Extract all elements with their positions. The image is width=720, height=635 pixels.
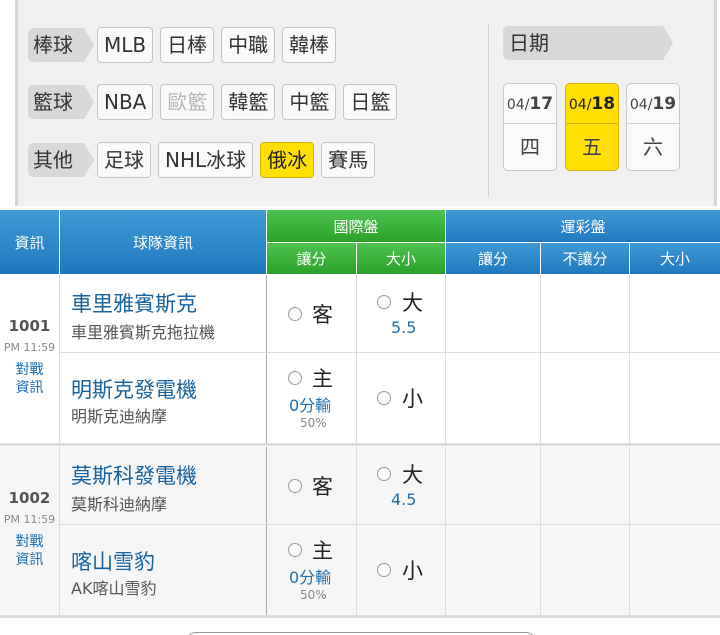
home-side-label: 主 xyxy=(312,539,333,563)
chip-korea-basketball[interactable]: 韓籃 xyxy=(221,84,276,120)
under-label: 小 xyxy=(402,559,423,583)
game-block: 1002 PM 11:59 對戰 資訊 莫斯科發電機 莫斯科迪納摩 喀山雪豹 AK… xyxy=(0,447,720,618)
under-radio[interactable] xyxy=(377,563,391,577)
under-radio[interactable] xyxy=(377,391,391,405)
away-handicap-radio[interactable] xyxy=(288,307,302,321)
panel-divider xyxy=(488,24,489,196)
chip-japan-basketball[interactable]: 日籃 xyxy=(343,84,398,120)
date-card-0417[interactable]: 04/17 四 xyxy=(503,83,557,171)
home-handicap-radio[interactable] xyxy=(288,543,302,557)
header-intl-line: 國際盤 xyxy=(267,210,445,242)
date-month: 04/ xyxy=(629,97,653,113)
filter-row-other: 其他 足球 NHL冰球 俄冰 賽馬 xyxy=(28,141,376,179)
chip-china-basketball[interactable]: 中籃 xyxy=(282,84,337,120)
home-team-name[interactable]: 明斯克發電機 xyxy=(71,374,197,404)
home-team-subname: 明斯克迪納摩 xyxy=(71,407,168,426)
category-label-basketball: 籃球 xyxy=(28,85,94,119)
game-time: PM 11:59 xyxy=(3,513,56,526)
filter-row-basketball: 籃球 NBA 歐籃 韓籃 中籃 日籃 xyxy=(28,83,398,121)
page-root: 棒球 MLB 日棒 中職 韓棒 籃球 NBA 歐籃 韓籃 中籃 日籃 其他 足球… xyxy=(0,0,720,635)
total-line: 5.5 xyxy=(391,318,417,337)
under-label: 小 xyxy=(402,387,423,411)
date-weekday: 四 xyxy=(520,135,540,159)
over-radio[interactable] xyxy=(377,467,391,481)
chip-npb[interactable]: 日棒 xyxy=(160,27,215,63)
chip-euro-basketball: 歐籃 xyxy=(160,84,215,120)
home-team-name[interactable]: 喀山雪豹 xyxy=(71,546,155,576)
filter-row-baseball: 棒球 MLB 日棒 中職 韓棒 xyxy=(28,26,337,64)
away-team-subname: 車里雅賓斯克拖拉機 xyxy=(71,323,216,342)
total-line: 4.5 xyxy=(391,490,417,509)
away-team-name[interactable]: 車里雅賓斯克 xyxy=(71,288,197,318)
date-day: 17 xyxy=(529,94,554,114)
date-month: 04/ xyxy=(568,97,592,113)
category-label-baseball: 棒球 xyxy=(28,28,94,62)
filter-panel: 棒球 MLB 日棒 中職 韓棒 籃球 NBA 歐籃 韓籃 中籃 日籃 其他 足球… xyxy=(15,0,717,206)
over-radio[interactable] xyxy=(377,295,391,309)
header-sport-lottery: 運彩盤 xyxy=(446,210,720,242)
category-label-other: 其他 xyxy=(28,143,94,177)
date-month: 04/ xyxy=(506,97,530,113)
away-handicap-radio[interactable] xyxy=(288,479,302,493)
over-label: 大 xyxy=(402,291,423,315)
handicap-line: 0分輸 xyxy=(289,568,332,587)
date-label: 日期 xyxy=(503,26,673,60)
date-weekday: 五 xyxy=(582,135,602,159)
game-time: PM 11:59 xyxy=(3,341,56,354)
date-weekday: 六 xyxy=(643,135,663,159)
game-block: 1001 PM 11:59 對戰 資訊 車里雅賓斯克 車里雅賓斯克拖拉機 明斯克發… xyxy=(0,275,720,446)
home-side-label: 主 xyxy=(312,367,333,391)
handicap-line: 0分輸 xyxy=(289,396,332,415)
header-info: 資訊 xyxy=(0,210,59,274)
chip-soccer[interactable]: 足球 xyxy=(97,142,151,178)
date-day: 19 xyxy=(652,94,677,114)
header-intl-handicap: 讓分 xyxy=(267,243,356,274)
handicap-percent: 50% xyxy=(300,416,327,430)
matchup-info-link[interactable]: 對戰 資訊 xyxy=(0,361,59,397)
chip-horse-racing[interactable]: 賽馬 xyxy=(321,142,376,178)
matchup-info-link[interactable]: 對戰 資訊 xyxy=(0,533,59,569)
away-team-subname: 莫斯科迪納摩 xyxy=(71,495,168,514)
chip-kbo[interactable]: 韓棒 xyxy=(282,27,337,63)
chip-nba[interactable]: NBA xyxy=(97,84,154,120)
chip-mlb[interactable]: MLB xyxy=(97,27,154,63)
game-number: 1002 xyxy=(8,489,51,507)
chip-cpbl[interactable]: 中職 xyxy=(221,27,276,63)
header-sport-no-handicap: 不讓分 xyxy=(541,243,629,274)
date-card-0418-active[interactable]: 04/18 五 xyxy=(565,83,619,171)
chip-nhl[interactable]: NHL冰球 xyxy=(158,142,254,178)
away-side-label: 客 xyxy=(312,303,333,327)
header-sport-total: 大小 xyxy=(630,243,720,274)
away-team-name[interactable]: 莫斯科發電機 xyxy=(71,460,197,490)
date-card-0419[interactable]: 04/19 六 xyxy=(626,83,680,171)
home-team-subname: AK喀山雪豹 xyxy=(71,579,157,598)
header-intl-total: 大小 xyxy=(357,243,445,274)
home-handicap-radio[interactable] xyxy=(288,371,302,385)
date-day: 18 xyxy=(591,94,616,114)
over-label: 大 xyxy=(402,463,423,487)
chip-khl-active[interactable]: 俄冰 xyxy=(260,142,315,178)
header-sport-handicap: 讓分 xyxy=(446,243,540,274)
away-side-label: 客 xyxy=(312,475,333,499)
header-team-info: 球隊資訊 xyxy=(60,210,266,274)
handicap-percent: 50% xyxy=(300,588,327,602)
game-number: 1001 xyxy=(8,317,51,335)
